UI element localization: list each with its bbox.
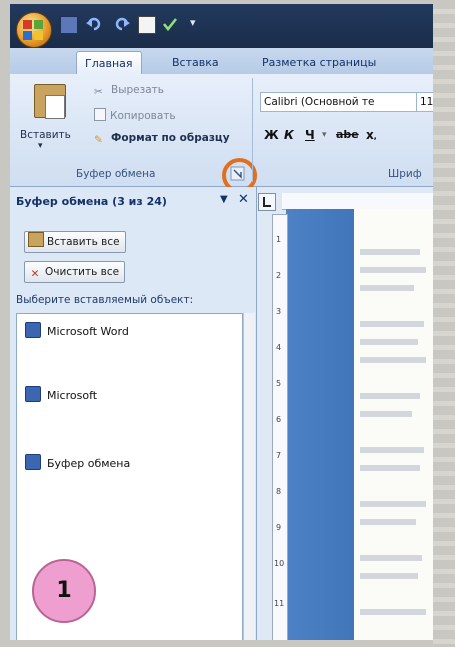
ruler-number: 6 — [276, 415, 282, 424]
office-logo-icon — [23, 20, 32, 29]
office-logo-part — [34, 31, 43, 40]
paste-icon[interactable] — [34, 84, 66, 119]
text-line — [360, 555, 422, 561]
scissors-icon: ✂ — [94, 86, 103, 98]
ruler-number: 1 — [276, 235, 282, 244]
text-line — [360, 339, 418, 345]
text-line — [360, 321, 424, 327]
office-button[interactable] — [16, 12, 52, 48]
text-line — [360, 519, 416, 525]
ribbon-tabs: Главная Вставка Разметка страницы — [10, 48, 433, 75]
bold-button[interactable]: Ж — [264, 128, 279, 142]
group-separator — [252, 78, 253, 182]
word-doc-icon — [25, 322, 41, 338]
save-icon[interactable] — [60, 16, 78, 34]
customize-toolbar-icon[interactable]: ▾ — [190, 16, 206, 32]
text-line — [360, 501, 426, 507]
word-doc-icon — [25, 454, 41, 470]
paste-all-label: Вставить все — [47, 236, 120, 248]
clipboard-pane-title: Буфер обмена (3 из 24) — [16, 195, 167, 208]
print-preview-icon[interactable] — [138, 16, 156, 34]
copy-icon — [94, 108, 106, 121]
step-number-badge: 1 — [32, 559, 96, 623]
copy-button[interactable]: Копировать — [94, 108, 176, 122]
ruler-number: 5 — [276, 379, 282, 388]
pane-options-icon[interactable]: ▼ — [220, 194, 228, 205]
ruler-number: 9 — [276, 523, 282, 532]
clear-all-label: Очистить все — [45, 266, 120, 278]
format-painter-icon: ✎ — [94, 134, 103, 146]
ruler-number: 4 — [276, 343, 282, 352]
word-window: ▾ Главная Вставка Разметка страницы Вста… — [10, 4, 435, 640]
paste-button[interactable]: Вставить — [20, 129, 71, 141]
clipboard-item[interactable]: Microsoft — [25, 386, 97, 402]
clipboard-group-label: Буфер обмена — [76, 168, 156, 180]
tab-selector[interactable] — [258, 193, 276, 211]
text-line — [360, 285, 414, 291]
cut-label: Вырезать — [111, 84, 164, 96]
text-line — [360, 411, 412, 417]
format-painter-button[interactable]: ✎ Формат по образцу — [94, 132, 230, 146]
tab-page-layout[interactable]: Разметка страницы — [254, 51, 384, 74]
tab-home[interactable]: Главная — [76, 51, 142, 75]
text-line — [360, 609, 426, 615]
select-item-label: Выберите вставляемый объект: — [16, 294, 194, 306]
underline-dropdown-icon[interactable]: ▾ — [322, 130, 327, 140]
ruler-number: 8 — [276, 487, 282, 496]
word-doc-icon — [25, 386, 41, 402]
clipboard-item[interactable]: Microsoft Word — [25, 322, 129, 338]
ruler-number: 10 — [274, 559, 285, 568]
text-line — [360, 573, 418, 579]
font-name-combobox[interactable]: Calibri (Основной те — [260, 92, 417, 112]
close-icon[interactable]: ✕ — [238, 192, 249, 207]
text-line — [360, 465, 420, 471]
italic-button[interactable]: К — [284, 128, 294, 142]
paste-dropdown-icon[interactable]: ▾ — [38, 141, 43, 151]
text-line — [360, 447, 424, 453]
title-bar: ▾ — [10, 4, 433, 48]
ruler-number: 3 — [276, 307, 282, 316]
spelling-icon[interactable] — [162, 16, 178, 32]
document-page[interactable] — [354, 209, 433, 640]
subscript-button[interactable]: x, — [366, 128, 377, 142]
clipboard-item-label: Microsoft Word — [47, 325, 129, 338]
vertical-ruler[interactable]: 1 2 3 4 5 6 7 8 9 10 11 — [272, 214, 288, 640]
redo-icon[interactable] — [114, 16, 130, 32]
left-tab-icon — [263, 197, 271, 207]
clear-all-icon: ✕ — [30, 268, 40, 280]
strikethrough-button[interactable]: abe — [336, 128, 359, 141]
text-line — [360, 267, 426, 273]
paste-all-icon — [28, 232, 44, 247]
ruler-number: 11 — [274, 599, 285, 608]
underline-button[interactable]: Ч — [305, 128, 315, 142]
clipboard-item-label: Буфер обмена — [47, 457, 131, 470]
format-painter-label: Формат по образцу — [111, 132, 230, 144]
paste-all-button[interactable]: Вставить все — [24, 231, 126, 253]
clear-all-button[interactable]: ✕ Очистить все — [24, 261, 126, 283]
text-line — [360, 249, 420, 255]
font-group-label: Шриф — [388, 168, 422, 180]
torn-paper-edge — [433, 0, 455, 647]
clipboard-item[interactable]: Буфер обмена — [25, 454, 130, 470]
text-line — [360, 393, 420, 399]
tab-insert[interactable]: Вставка — [164, 51, 227, 74]
ribbon: Вставить ▾ ✂ Вырезать Копировать ✎ Формат … — [10, 74, 433, 193]
office-logo-part — [23, 31, 32, 40]
clipboard-item-label: Microsoft — [47, 389, 98, 402]
ruler-number: 2 — [276, 271, 282, 280]
horizontal-ruler[interactable] — [282, 193, 433, 210]
ruler-number: 7 — [276, 451, 282, 460]
copy-label: Копировать — [110, 110, 176, 122]
office-logo-part — [34, 20, 43, 29]
subscript-label: x — [366, 128, 374, 142]
pane-scrollbar[interactable] — [243, 313, 255, 640]
subscript-marker: , — [373, 132, 377, 141]
text-line — [360, 357, 426, 363]
cut-button[interactable]: ✂ Вырезать — [94, 84, 164, 98]
undo-icon[interactable] — [86, 16, 102, 32]
